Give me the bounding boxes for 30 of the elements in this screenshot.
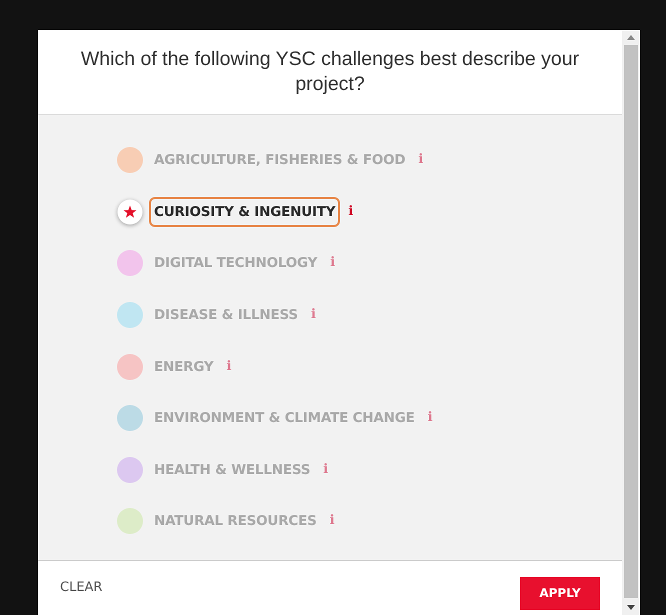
challenge-option[interactable]: CURIOSITY & INGENUITY	[149, 196, 340, 227]
challenge-option[interactable]: HEALTH & WELLNESS	[149, 454, 316, 485]
info-icon[interactable]: i	[346, 198, 356, 225]
scrollbar-thumb[interactable]	[624, 45, 638, 598]
info-icon[interactable]: i	[224, 354, 234, 380]
category-icon[interactable]	[117, 250, 143, 276]
category-icon[interactable]	[117, 405, 143, 432]
category-icon[interactable]	[117, 456, 143, 483]
info-icon[interactable]: i	[426, 405, 435, 432]
category-icon[interactable]	[117, 508, 143, 534]
challenge-option[interactable]: DISEASE & ILLNESS	[149, 300, 303, 330]
scroll-up-icon[interactable]	[627, 35, 635, 40]
info-icon[interactable]: i	[328, 250, 338, 276]
scroll-down-icon[interactable]	[627, 605, 635, 610]
dialog-title: Which of the following YSC challenges best describe your project?	[80, 47, 580, 98]
challenge-option[interactable]: DIGITAL TECHNOLOGY	[149, 248, 322, 278]
clear-button[interactable]: CLEAR	[60, 580, 102, 596]
apply-button[interactable]: APPLY	[520, 576, 600, 610]
category-icon[interactable]	[117, 354, 143, 380]
info-icon[interactable]: i	[328, 508, 337, 534]
category-icon[interactable]	[117, 302, 143, 328]
info-icon[interactable]: i	[321, 456, 330, 483]
challenge-option[interactable]: AGRICULTURE, FISHERIES & FOOD	[149, 145, 410, 176]
scrollbar[interactable]	[622, 30, 640, 615]
challenge-option[interactable]: ENVIRONMENT & CLIMATE CHANGE	[149, 403, 420, 434]
category-icon[interactable]	[117, 147, 143, 174]
info-icon[interactable]: i	[308, 302, 318, 328]
info-icon[interactable]: i	[416, 147, 426, 174]
challenge-option[interactable]: NATURAL RESOURCES	[149, 506, 322, 536]
challenge-option[interactable]: ENERGY	[149, 352, 218, 382]
